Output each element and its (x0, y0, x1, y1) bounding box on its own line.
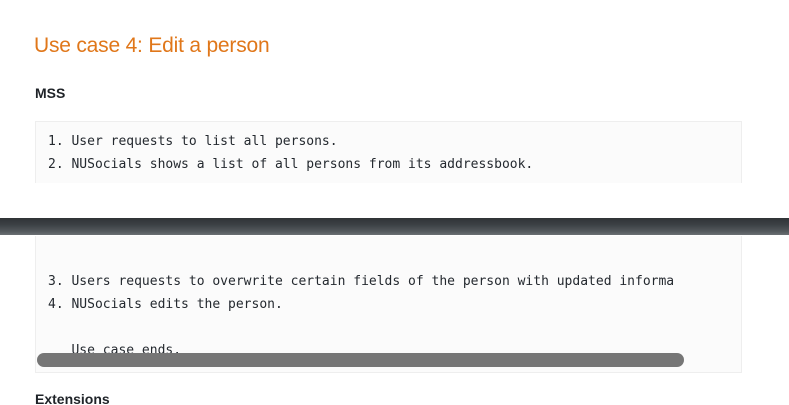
step-2: 2. NUSocials shows a list of all persons… (48, 157, 534, 172)
mss-label: MSS (35, 85, 66, 101)
page: Use case 4: Edit a person MSS 1. User re… (0, 0, 789, 405)
screenshot-split-divider (0, 218, 789, 235)
step-1: 1. User requests to list all persons. (48, 134, 338, 149)
mss-code-block-top: 1. User requests to list all persons. 2.… (35, 121, 742, 183)
step-3: 3. Users requests to overwrite certain f… (48, 274, 675, 289)
horizontal-scrollbar-thumb[interactable] (37, 353, 684, 367)
extensions-label: Extensions (35, 391, 110, 405)
use-case-heading: Use case 4: Edit a person (34, 34, 270, 57)
step-4: 4. NUSocials edits the person. (48, 297, 283, 312)
